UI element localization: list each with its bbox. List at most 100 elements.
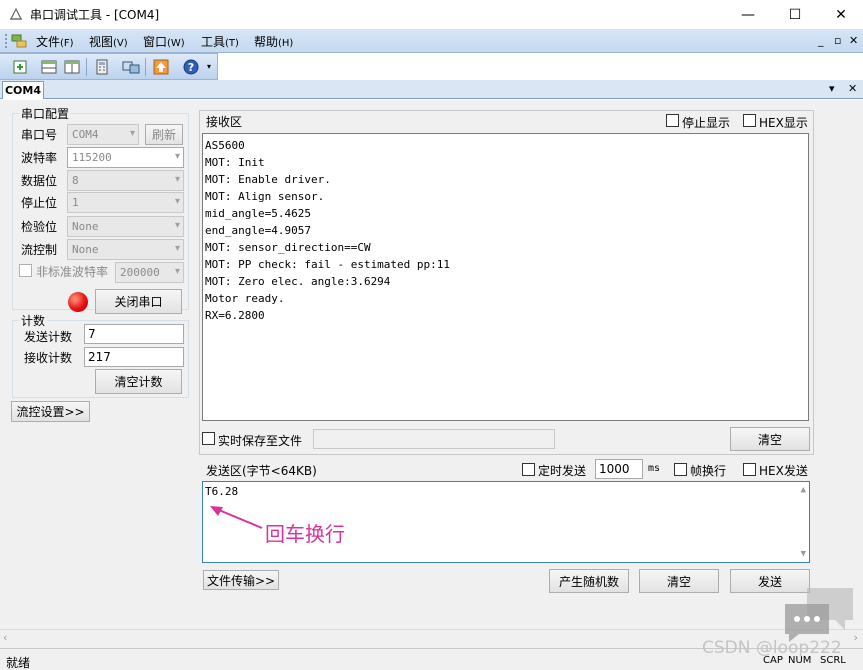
chat-bubble-icon [785,588,853,642]
sent-count-label: 发送计数 [24,330,73,344]
newline-checkbox[interactable] [674,463,687,476]
chevron-down-icon: ▾ [129,128,135,139]
stop-display-label: 停止显示 [682,116,731,130]
clear-send-button[interactable]: 清空 [639,569,719,593]
serial-config-title: 串口配置 [21,107,70,121]
mdi-restore-button[interactable]: ▫ [834,34,841,47]
hex-display-label: HEX显示 [759,116,808,130]
split-vertical-icon[interactable] [62,57,82,77]
clear-receive-button[interactable]: 清空 [730,427,810,451]
title-bar: 串口调试工具 - [COM4] — ☐ ✕ [0,0,863,29]
stop-display-checkbox[interactable] [666,114,679,127]
random-button[interactable]: 产生随机数 [549,569,629,593]
menu-file[interactable]: 文件(F) [36,33,74,50]
tab-list-icon[interactable]: ▾ [829,82,835,95]
save-to-file-label: 实时保存至文件 [218,434,303,448]
split-horizontal-icon[interactable] [39,57,59,77]
status-text: 就绪 [6,656,31,670]
minimize-button[interactable]: — [725,0,771,29]
receive-line: RX=6.2800 [205,309,265,322]
sent-count-field: 7 [84,324,184,344]
menu-window[interactable]: 窗口(W) [143,33,185,50]
refresh-button[interactable]: 刷新 [145,124,183,145]
hex-send-checkbox[interactable] [743,463,756,476]
app-menu-icon[interactable] [11,33,27,49]
scroll-down-icon[interactable]: ▼ [801,549,806,559]
stopbits-label: 停止位 [21,196,58,210]
databits-label: 数据位 [21,174,58,188]
clear-count-button[interactable]: 清空计数 [95,369,182,394]
stopbits-select[interactable]: 1 ▾ [67,192,184,213]
calculator-icon[interactable] [92,57,112,77]
recv-count-label: 接收计数 [24,351,73,365]
annotation-arrow-icon [210,506,263,529]
receive-line: MOT: PP check: fail - estimated pp:11 [205,258,451,271]
flow-settings-button[interactable]: 流控设置>> [11,401,90,422]
save-to-file-checkbox[interactable] [202,432,215,445]
toolbar: ? ▾ [0,53,218,80]
chevron-down-icon: ▾ [174,151,180,162]
custom-baud-label: 非标准波特率 [36,265,109,279]
receive-line: AS5600 [205,139,245,152]
annotation-text: 回车换行 [265,522,345,546]
help-icon[interactable]: ? [181,57,201,77]
scroll-left-icon[interactable]: ‹ [3,631,7,644]
maximize-button[interactable]: ☐ [772,0,818,29]
custom-baud-checkbox[interactable] [19,264,32,277]
mdi-minimize-button[interactable]: _ [818,34,824,47]
recv-count-field: 217 [84,347,184,367]
custom-baud-select[interactable]: 200000 ▾ [115,262,184,283]
save-path-field[interactable] [313,429,555,449]
chevron-down-icon: ▾ [174,174,180,185]
menu-bar: 文件(F) 视图(V) 窗口(W) 工具(T) 帮助(H) _ ▫ ✕ [0,29,863,53]
menu-tools[interactable]: 工具(T) [201,33,239,50]
receive-line: MOT: Enable driver. [205,173,331,186]
mdi-close-button[interactable]: ✕ [849,34,858,47]
databits-select[interactable]: 8 ▾ [67,170,184,191]
port-label: 串口号 [21,128,58,142]
chevron-down-icon: ▾ [174,243,180,254]
port-select[interactable]: COM4 ▾ [67,124,139,145]
close-port-button[interactable]: 关闭串口 [95,289,182,314]
interval-input[interactable]: 1000 [595,459,643,479]
send-content: T6.28 [205,485,239,498]
flow-label: 流控制 [21,243,58,257]
baud-select[interactable]: 115200 ▾ [67,147,184,168]
receive-line: mid_angle=5.4625 [205,207,311,220]
close-button[interactable]: ✕ [818,0,863,29]
screens-icon[interactable] [121,57,141,77]
file-transfer-button[interactable]: 文件传输>> [203,570,279,590]
timed-send-label: 定时发送 [538,464,587,478]
tab-close-icon[interactable]: ✕ [848,82,857,95]
chevron-down-icon: ▾ [174,266,180,277]
receive-line: MOT: Zero elec. angle:3.6294 [205,275,391,288]
hex-display-checkbox[interactable] [743,114,756,127]
parity-select[interactable]: None ▾ [67,216,184,237]
newline-label: 帧换行 [690,464,727,478]
new-connection-icon[interactable] [10,57,30,77]
flow-select[interactable]: None ▾ [67,239,184,260]
toolbar-overflow-icon[interactable]: ▾ [207,62,211,71]
receive-title: 接收区 [206,115,243,129]
receive-line: MOT: Init [205,156,265,169]
menu-help[interactable]: 帮助(H) [254,33,293,50]
hex-send-label: HEX发送 [759,464,808,478]
receive-line: end_angle=4.9057 [205,224,311,237]
toolbar-separator [86,58,87,76]
tab-com4[interactable]: COM4 [2,81,44,99]
scroll-up-icon[interactable]: ▲ [801,485,806,495]
receive-line: MOT: Align sensor. [205,190,325,203]
port-status-led [68,292,88,312]
chevron-down-icon: ▾ [174,220,180,231]
menu-view[interactable]: 视图(V) [89,33,128,50]
receive-text-area[interactable]: AS5600 MOT: Init MOT: Enable driver. MOT… [202,133,809,421]
window-title: 串口调试工具 - [COM4] [30,8,160,22]
counter-title: 计数 [21,314,46,328]
app-icon [10,7,22,20]
chevron-down-icon: ▾ [174,196,180,207]
upload-icon[interactable] [151,57,171,77]
toolbar-separator [145,58,146,76]
grip-icon [5,34,7,48]
watermark-text: CSDN @loop222 [702,638,842,658]
timed-send-checkbox[interactable] [522,463,535,476]
